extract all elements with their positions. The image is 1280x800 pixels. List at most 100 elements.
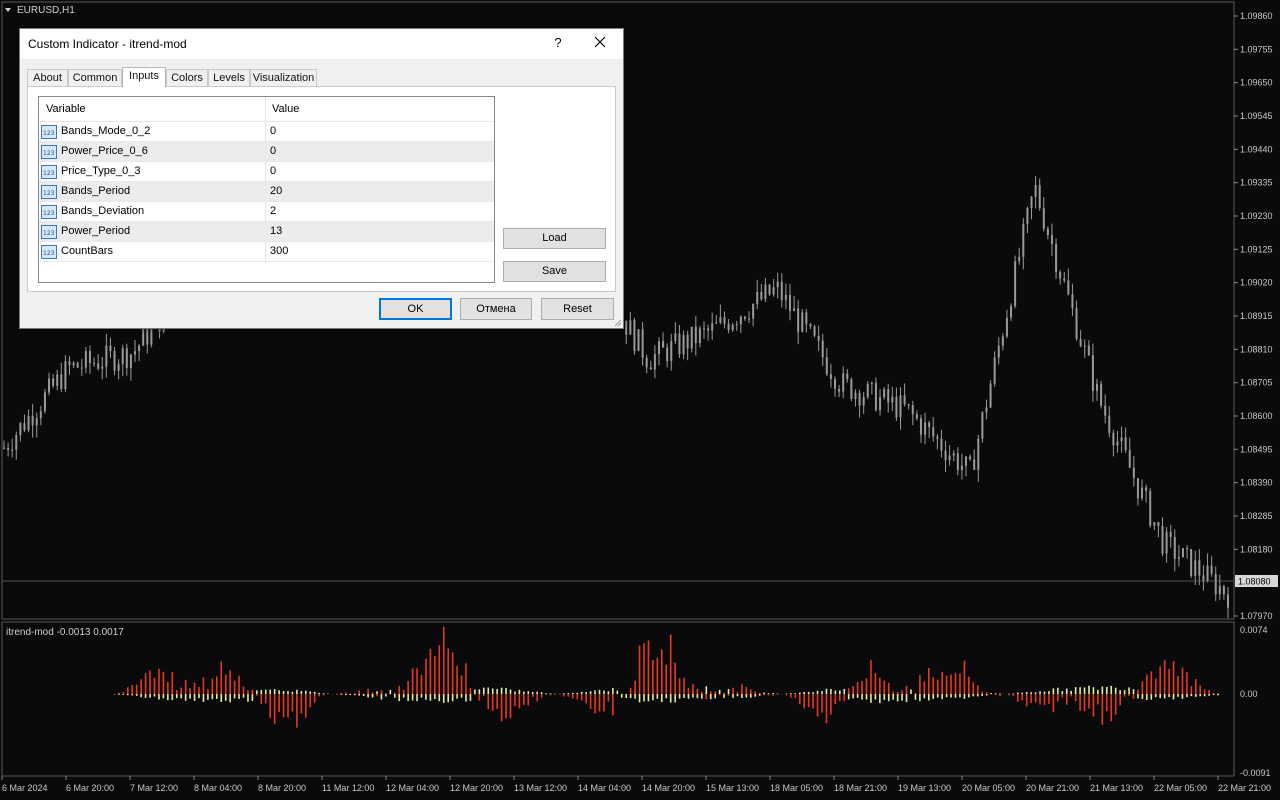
tab-levels[interactable]: Levels xyxy=(208,69,250,86)
candle-body xyxy=(19,423,22,436)
candle-body xyxy=(1014,261,1017,307)
tab-visualization[interactable]: Visualization xyxy=(250,69,317,86)
candle-body xyxy=(1145,487,1148,492)
numeric-param-icon: 123 xyxy=(41,145,57,159)
candle-body xyxy=(919,418,922,435)
candle-body xyxy=(731,324,734,331)
help-button[interactable]: ? xyxy=(550,35,566,50)
param-value[interactable]: 300 xyxy=(270,245,288,257)
tab-colors[interactable]: Colors xyxy=(166,69,208,86)
resize-grip-icon[interactable] xyxy=(614,319,622,327)
param-value[interactable]: 0 xyxy=(270,165,276,177)
param-row[interactable]: 123 Power_Price_0_6 0 xyxy=(39,142,494,162)
candle-body xyxy=(928,422,931,428)
candle-body xyxy=(1120,437,1123,442)
candle-body xyxy=(1149,491,1152,526)
cancel-button[interactable]: Отмена xyxy=(460,298,532,320)
candle-body xyxy=(27,415,30,431)
param-name: Bands_Period xyxy=(61,185,131,197)
candle-body xyxy=(121,348,124,365)
tab-inputs[interactable]: Inputs xyxy=(122,67,166,87)
candle-body xyxy=(142,328,145,346)
ok-button[interactable]: OK xyxy=(379,298,452,320)
dialog-titlebar[interactable]: Custom Indicator - itrend-mod ? xyxy=(20,29,623,59)
candle-body xyxy=(797,308,800,332)
candle-body xyxy=(985,407,988,413)
price-tick-label: 1.09440 xyxy=(1240,144,1273,154)
grid-header: Variable Value xyxy=(39,97,494,122)
column-header-variable[interactable]: Variable xyxy=(46,103,86,115)
candle-body xyxy=(138,345,141,352)
candle-body xyxy=(35,418,38,426)
chart-menu-arrow-icon[interactable] xyxy=(5,8,11,12)
candle-body xyxy=(15,435,18,450)
candle-body xyxy=(883,389,886,398)
time-tick-label: 20 Mar 21:00 xyxy=(1026,783,1079,793)
price-tick-label: 1.08180 xyxy=(1240,544,1273,554)
svg-text:123: 123 xyxy=(43,190,55,197)
candle-body xyxy=(960,465,963,471)
candle-body xyxy=(1071,294,1074,309)
candle-body xyxy=(146,328,149,345)
candle-body xyxy=(1194,560,1197,577)
candle-body xyxy=(944,450,947,461)
param-row[interactable]: 123 Power_Period 13 xyxy=(39,222,494,242)
price-tick-label: 1.09545 xyxy=(1240,111,1273,121)
tab-common[interactable]: Common xyxy=(68,69,122,86)
close-icon[interactable] xyxy=(588,33,612,53)
param-value[interactable]: 13 xyxy=(270,225,282,237)
param-value[interactable]: 2 xyxy=(270,205,276,217)
candle-body xyxy=(1042,208,1045,229)
candle-body xyxy=(707,328,710,331)
candle-body xyxy=(1087,345,1090,356)
candle-body xyxy=(72,362,75,366)
candle-body xyxy=(952,453,955,456)
candle-body xyxy=(989,383,992,408)
candle-body xyxy=(788,294,791,312)
candle-body xyxy=(633,320,636,351)
candle-body xyxy=(1218,585,1221,595)
candle-body xyxy=(1165,531,1168,554)
candle-body xyxy=(866,383,869,398)
candle-body xyxy=(1214,573,1217,595)
candle-body xyxy=(813,326,816,336)
candle-body xyxy=(674,333,677,342)
candle-body xyxy=(56,374,59,386)
candle-body xyxy=(657,341,660,355)
indicator-histogram xyxy=(113,626,1219,728)
load-button[interactable]: Load xyxy=(503,228,606,249)
candle-body xyxy=(93,363,96,365)
price-tick-label: 1.07970 xyxy=(1240,611,1273,621)
candle-body xyxy=(932,427,935,437)
candle-body xyxy=(793,308,796,312)
param-value[interactable]: 0 xyxy=(270,145,276,157)
dialog-title: Custom Indicator - itrend-mod xyxy=(28,37,187,51)
candle-body xyxy=(858,392,861,406)
candle-body xyxy=(11,449,14,451)
candle-body xyxy=(911,405,914,415)
candle-body xyxy=(936,436,939,439)
param-row[interactable]: 123 Bands_Period 20 xyxy=(39,182,494,202)
param-value[interactable]: 20 xyxy=(270,185,282,197)
candle-body xyxy=(637,329,640,351)
numeric-param-icon: 123 xyxy=(41,125,57,139)
candle-body xyxy=(764,284,767,300)
candle-body xyxy=(854,392,857,399)
candle-body xyxy=(1001,336,1004,346)
param-row[interactable]: 123 CountBars 300 xyxy=(39,242,494,262)
time-tick-label: 6 Mar 20:00 xyxy=(66,783,114,793)
current-price-value: 1.08080 xyxy=(1238,577,1271,587)
price-tick-label: 1.09755 xyxy=(1240,44,1273,54)
param-row[interactable]: 123 Bands_Mode_0_2 0 xyxy=(39,122,494,142)
param-value[interactable]: 0 xyxy=(270,125,276,137)
candle-body xyxy=(1132,467,1135,479)
param-row[interactable]: 123 Price_Type_0_3 0 xyxy=(39,162,494,182)
tab-about[interactable]: About xyxy=(27,69,68,86)
save-button[interactable]: Save xyxy=(503,261,606,282)
price-tick-label: 1.09125 xyxy=(1240,244,1273,254)
reset-button[interactable]: Reset xyxy=(541,298,614,320)
candle-body xyxy=(39,411,42,419)
param-row[interactable]: 123 Bands_Deviation 2 xyxy=(39,202,494,222)
candle-body xyxy=(977,438,980,470)
column-header-value[interactable]: Value xyxy=(272,103,299,115)
